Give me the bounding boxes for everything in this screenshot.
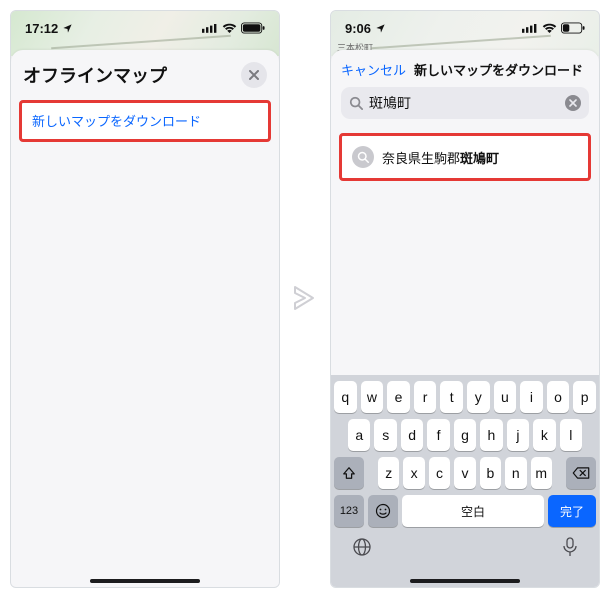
key-z[interactable]: z bbox=[378, 457, 399, 489]
search-result-row[interactable]: 奈良県生駒郡斑鳩町 bbox=[339, 133, 591, 181]
sheet-title: オフラインマップ bbox=[23, 62, 167, 88]
key-x[interactable]: x bbox=[403, 457, 424, 489]
offline-maps-sheet: オフラインマップ 新しいマップをダウンロード bbox=[11, 50, 279, 587]
key-c[interactable]: c bbox=[429, 457, 450, 489]
phone-right: 三本松町 9:06 キャンセル 新しいマップをダウンロード 斑鳩 bbox=[330, 10, 600, 588]
key-o[interactable]: o bbox=[547, 381, 570, 413]
mic-icon bbox=[562, 537, 578, 557]
download-search-sheet: キャンセル 新しいマップをダウンロード 斑鳩町 奈良県生駒郡斑鳩町 bbox=[331, 50, 599, 587]
mode-123-key[interactable]: 123 bbox=[334, 495, 364, 527]
key-d[interactable]: d bbox=[401, 419, 423, 451]
phone-left: 17:12 オフラインマップ 新しいマップをダウンロード bbox=[10, 10, 280, 588]
emoji-icon bbox=[375, 503, 391, 519]
key-w[interactable]: w bbox=[361, 381, 384, 413]
status-bar: 9:06 bbox=[331, 11, 599, 45]
cellular-icon bbox=[522, 23, 538, 33]
status-time: 9:06 bbox=[345, 21, 371, 36]
search-input[interactable]: 斑鳩町 bbox=[341, 87, 589, 119]
key-e[interactable]: e bbox=[387, 381, 410, 413]
key-n[interactable]: n bbox=[505, 457, 526, 489]
key-b[interactable]: b bbox=[480, 457, 501, 489]
clear-search-button[interactable] bbox=[565, 95, 581, 111]
key-a[interactable]: a bbox=[348, 419, 370, 451]
battery-low-icon bbox=[561, 22, 585, 34]
key-i[interactable]: i bbox=[520, 381, 543, 413]
key-v[interactable]: v bbox=[454, 457, 475, 489]
backspace-key[interactable] bbox=[566, 457, 596, 489]
search-icon bbox=[349, 96, 363, 110]
download-new-map-link: 新しいマップをダウンロード bbox=[32, 114, 201, 129]
emoji-key[interactable] bbox=[368, 495, 398, 527]
key-r[interactable]: r bbox=[414, 381, 437, 413]
status-bar: 17:12 bbox=[11, 11, 279, 45]
result-search-icon bbox=[352, 146, 374, 168]
home-indicator[interactable] bbox=[410, 579, 520, 583]
space-key[interactable]: 空白 bbox=[402, 495, 544, 527]
location-icon bbox=[62, 23, 73, 34]
location-icon bbox=[375, 23, 386, 34]
backspace-icon bbox=[572, 467, 590, 479]
cancel-button[interactable]: キャンセル bbox=[341, 60, 406, 79]
key-u[interactable]: u bbox=[494, 381, 517, 413]
close-icon bbox=[249, 70, 259, 80]
status-time: 17:12 bbox=[25, 21, 58, 36]
close-icon bbox=[569, 99, 577, 107]
shift-key[interactable] bbox=[334, 457, 364, 489]
key-p[interactable]: p bbox=[573, 381, 596, 413]
result-text: 奈良県生駒郡斑鳩町 bbox=[382, 148, 499, 167]
key-h[interactable]: h bbox=[480, 419, 502, 451]
download-new-map-row[interactable]: 新しいマップをダウンロード bbox=[19, 100, 271, 142]
key-k[interactable]: k bbox=[533, 419, 555, 451]
close-button[interactable] bbox=[241, 62, 267, 88]
key-j[interactable]: j bbox=[507, 419, 529, 451]
shift-icon bbox=[342, 466, 356, 480]
wifi-icon bbox=[222, 23, 237, 34]
globe-icon bbox=[352, 537, 372, 557]
key-l[interactable]: l bbox=[560, 419, 582, 451]
done-key[interactable]: 完了 bbox=[548, 495, 596, 527]
key-y[interactable]: y bbox=[467, 381, 490, 413]
keyboard: qwertyuiop asdfghjkl zxcvbnm 123 bbox=[331, 375, 599, 587]
globe-key[interactable] bbox=[352, 537, 372, 557]
key-m[interactable]: m bbox=[531, 457, 552, 489]
key-q[interactable]: q bbox=[334, 381, 357, 413]
key-s[interactable]: s bbox=[374, 419, 396, 451]
key-g[interactable]: g bbox=[454, 419, 476, 451]
home-indicator[interactable] bbox=[90, 579, 200, 583]
mic-key[interactable] bbox=[562, 537, 578, 557]
wifi-icon bbox=[542, 23, 557, 34]
key-f[interactable]: f bbox=[427, 419, 449, 451]
nav-title: 新しいマップをダウンロード bbox=[414, 60, 589, 79]
cellular-icon bbox=[202, 23, 218, 33]
key-t[interactable]: t bbox=[440, 381, 463, 413]
flow-arrow-icon bbox=[288, 280, 324, 316]
search-value: 斑鳩町 bbox=[369, 93, 559, 113]
battery-full-icon bbox=[241, 22, 265, 34]
